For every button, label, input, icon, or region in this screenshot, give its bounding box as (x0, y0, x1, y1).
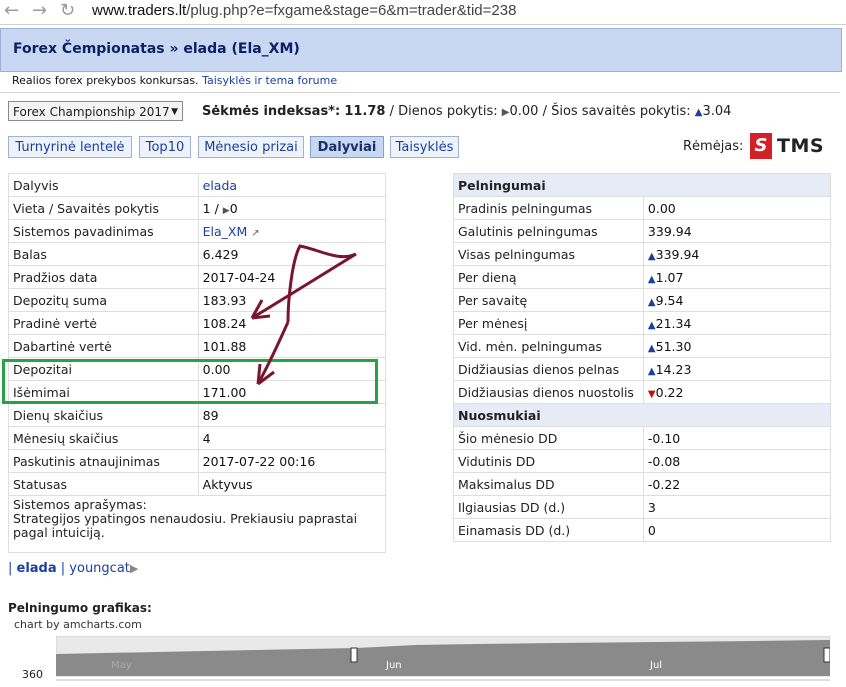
chart-scroll-handle-left (350, 647, 358, 663)
profit-chart[interactable]: May Jun Jul (56, 636, 830, 684)
annotation-arrows (250, 244, 357, 386)
annotation-arrow-lower (256, 321, 290, 385)
participant-link-current[interactable]: elada (17, 561, 57, 576)
annotation-arrow-upper (251, 252, 357, 320)
chart-credit: chart by amcharts.com (14, 618, 142, 631)
participant-link-next[interactable]: youngcat (69, 561, 130, 576)
next-arrow-icon[interactable]: ▶ (130, 562, 138, 575)
chart-month-jul: Jul (649, 660, 662, 671)
chart-scroll-handle-right (823, 647, 830, 663)
annotation-arrow-connector (286, 244, 357, 323)
chart-month-jun: Jun (385, 660, 402, 671)
chart-month-may: May (111, 660, 132, 671)
chart-title: Pelningumo grafikas: (8, 601, 152, 615)
participant-nav: | elada | youngcat▶ (8, 561, 139, 576)
chart-y-tick: 360 (22, 668, 43, 681)
